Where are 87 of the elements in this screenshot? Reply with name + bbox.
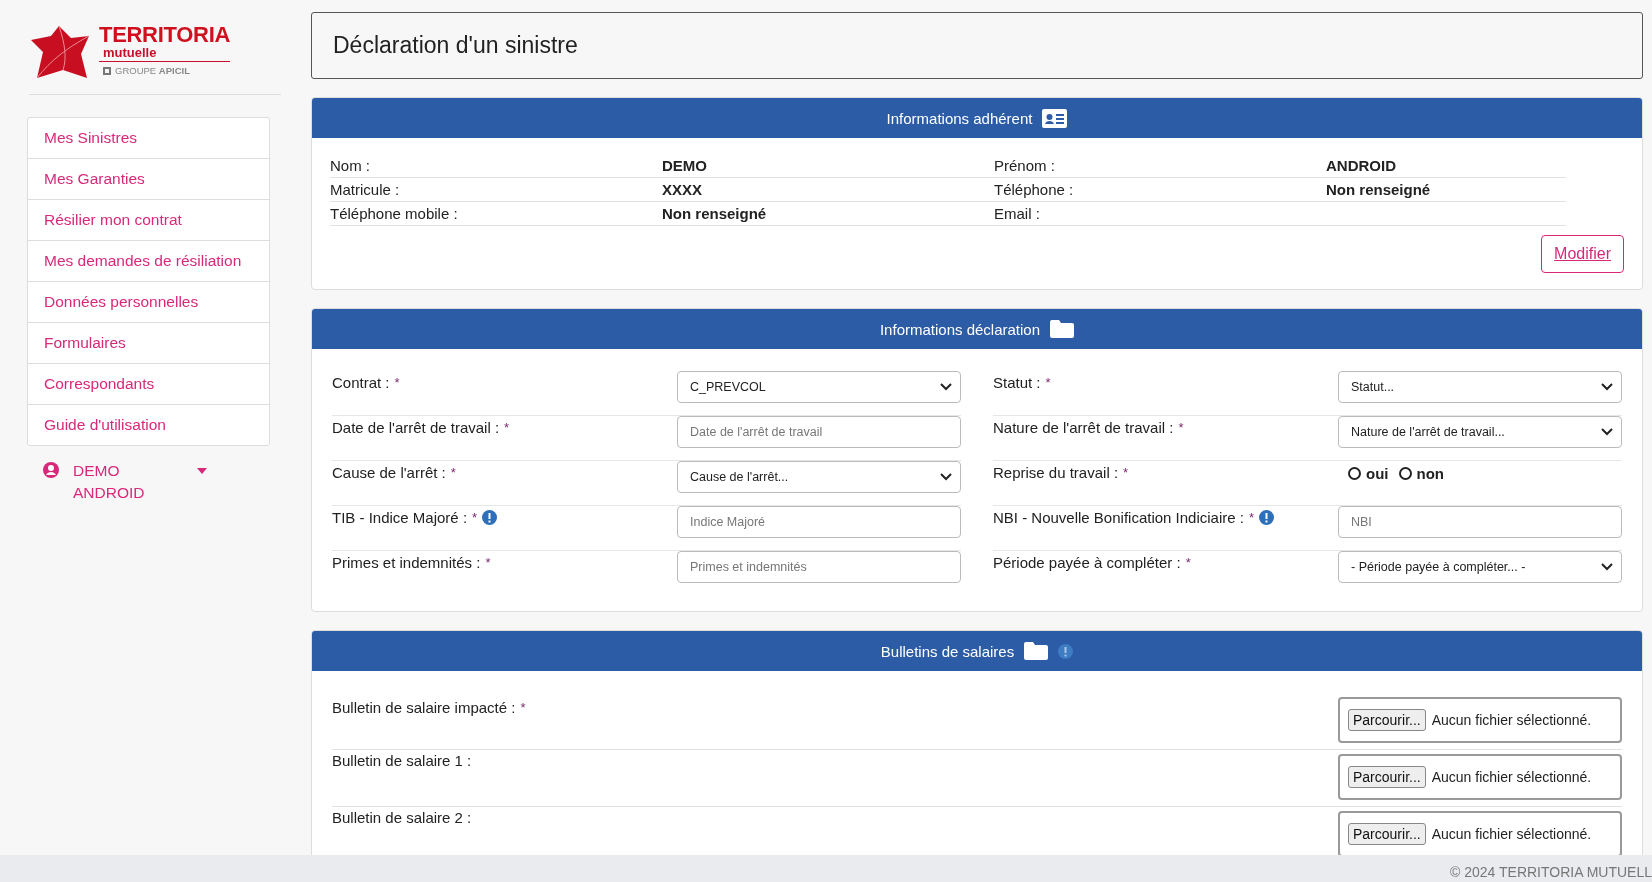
sidebar-item[interactable]: Mes Sinistres — [28, 118, 269, 159]
required-mark: * — [1123, 465, 1129, 480]
sidebar-item[interactable]: Mes demandes de résiliation — [28, 241, 269, 282]
field-label: Primes et indemnités : — [332, 554, 481, 571]
required-mark: * — [1248, 510, 1254, 525]
field-value: DEMO — [662, 156, 708, 176]
card-title: Bulletins de salaires — [880, 642, 1015, 660]
input-field[interactable]: Primes et indemnités — [677, 551, 961, 583]
field-label: Contrat : — [332, 374, 390, 391]
file-field[interactable]: Parcourir... Aucun fichier sélectionné. — [1338, 697, 1622, 743]
info-icon[interactable] — [482, 510, 498, 525]
field-label: Reprise du travail : — [993, 464, 1119, 481]
field-value: ANDROID — [1326, 156, 1397, 176]
field-value: XXXX — [662, 180, 704, 200]
brand-name: TERRITORIA — [99, 24, 231, 46]
field-label: Téléphone mobile : — [330, 204, 459, 224]
chevron-down-icon — [1601, 428, 1613, 436]
modify-button[interactable]: Modifier — [1541, 235, 1624, 273]
field-label: Nature de l'arrêt de travail : — [993, 419, 1174, 436]
field-label: Prénom : — [994, 156, 1056, 176]
select-field[interactable]: - Période payée à compléter... - — [1338, 551, 1622, 583]
star-logo-icon — [31, 24, 91, 80]
chevron-down-icon — [1601, 383, 1613, 391]
sidebar-item[interactable]: Guide d'utilisation — [28, 405, 269, 445]
folder-icon — [1050, 320, 1075, 338]
file-field[interactable]: Parcourir... Aucun fichier sélectionné. — [1338, 754, 1622, 800]
input-field[interactable]: Date de l'arrêt de travail — [677, 416, 961, 448]
sidebar-item[interactable]: Données personnelles — [28, 282, 269, 323]
field-label: Date de l'arrêt de travail : — [332, 419, 500, 436]
required-mark: * — [394, 375, 400, 390]
required-mark: * — [520, 700, 526, 715]
page-title: Déclaration d'un sinistre — [311, 12, 1643, 79]
copyright-text: © 2024 TERRITORIA MUTUELL — [1450, 864, 1652, 882]
user-icon — [43, 462, 59, 478]
chevron-down-icon — [1601, 563, 1613, 571]
field-label: Email : — [994, 204, 1041, 224]
field-label: Téléphone : — [994, 180, 1075, 200]
folder-icon — [1024, 642, 1049, 660]
field-label: Bulletin de salaire 2 : — [332, 809, 472, 826]
radio-option[interactable]: non — [1398, 465, 1444, 482]
id-card-icon — [1042, 108, 1068, 128]
sidebar-item[interactable]: Formulaires — [28, 323, 269, 364]
browse-button[interactable]: Parcourir... — [1348, 766, 1426, 788]
required-mark: * — [504, 420, 510, 435]
field-label: Bulletin de salaire impacté : — [332, 699, 516, 716]
field-label: TIB - Indice Majoré : — [332, 509, 468, 526]
user-name[interactable]: DEMO ANDROID — [73, 460, 153, 504]
info-icon[interactable] — [1058, 643, 1074, 659]
required-mark: * — [450, 465, 456, 480]
required-mark: * — [472, 510, 478, 525]
sidebar-item[interactable]: Mes Garanties — [28, 159, 269, 200]
radio-option[interactable]: oui — [1348, 465, 1389, 482]
field-label: Nom : — [330, 156, 371, 176]
field-label: NBI - Nouvelle Bonification Indiciaire : — [993, 509, 1244, 526]
required-mark: * — [485, 555, 491, 570]
field-label: Statut : — [993, 374, 1041, 391]
input-field[interactable]: Indice Majoré — [677, 506, 961, 538]
select-field[interactable]: Cause de l'arrêt... — [677, 461, 961, 493]
field-value: Non renseigné — [1326, 180, 1432, 200]
card-title: Informations adhérent — [886, 109, 1033, 127]
file-status: Aucun fichier sélectionné. — [1431, 712, 1592, 728]
caret-icon[interactable] — [197, 468, 207, 474]
square-icon — [103, 66, 111, 75]
sidebar-item[interactable]: Correspondants — [28, 364, 269, 405]
field-label: Bulletin de salaire 1 : — [332, 752, 472, 769]
browse-button[interactable]: Parcourir... — [1348, 709, 1426, 731]
required-mark: * — [1185, 555, 1191, 570]
sidebar-item[interactable]: Résilier mon contrat — [28, 200, 269, 241]
brand-subtitle: mutuelle — [99, 46, 231, 62]
chevron-down-icon — [940, 473, 952, 481]
select-field[interactable]: Statut... — [1338, 371, 1622, 403]
required-mark: * — [1045, 375, 1051, 390]
info-icon[interactable] — [1259, 510, 1274, 525]
field-label: Matricule : — [330, 180, 401, 200]
card-title: Informations déclaration — [879, 320, 1041, 338]
select-field[interactable]: C_PREVCOL — [677, 371, 961, 403]
browse-button[interactable]: Parcourir... — [1348, 823, 1426, 845]
field-value: Non renseigné — [662, 204, 768, 224]
file-status: Aucun fichier sélectionné. — [1431, 826, 1592, 842]
field-label: Période payée à compléter : — [993, 554, 1181, 571]
input-field[interactable]: NBI — [1338, 506, 1622, 538]
required-mark: * — [1178, 420, 1184, 435]
group-name: GROUPE APICIL — [115, 65, 190, 76]
chevron-down-icon — [940, 383, 952, 391]
file-status: Aucun fichier sélectionné. — [1431, 769, 1592, 785]
field-label: Cause de l'arrêt : — [332, 464, 446, 481]
select-field[interactable]: Nature de l'arrêt de travail... — [1338, 416, 1622, 448]
